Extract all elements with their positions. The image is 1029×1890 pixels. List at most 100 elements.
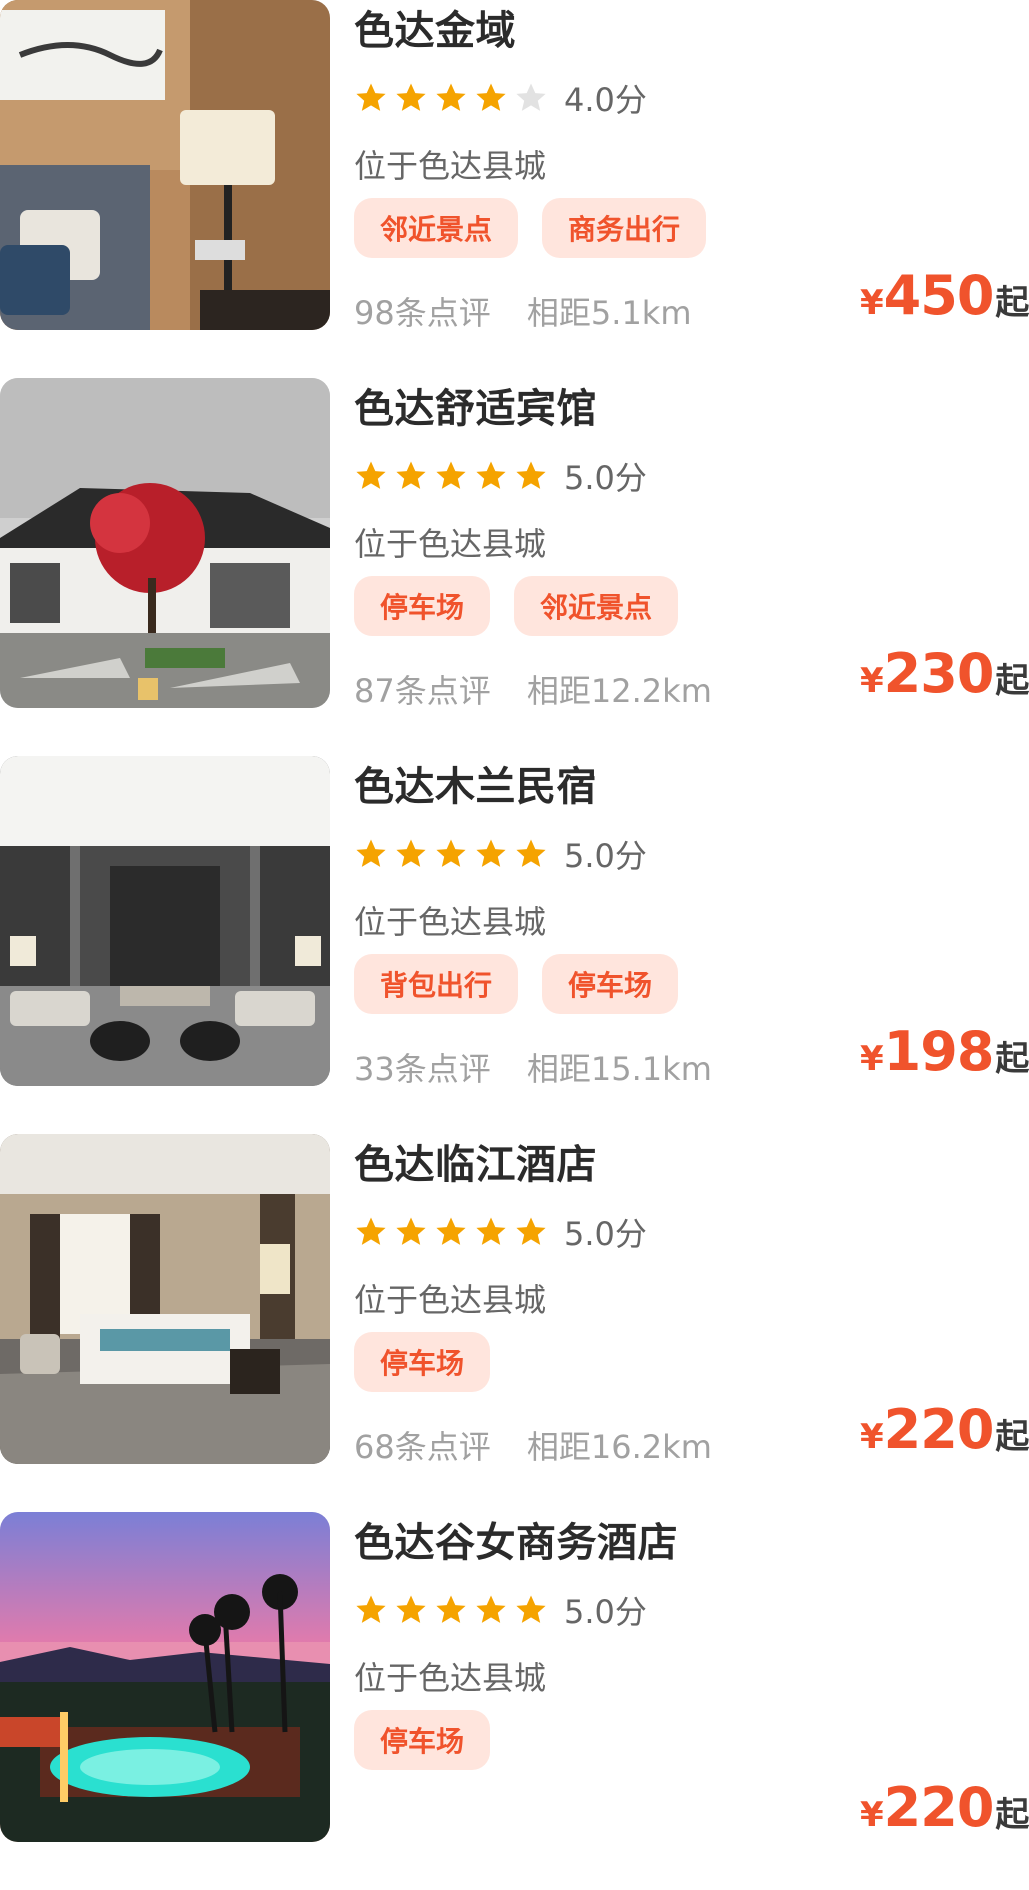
hotel-location: 位于色达县城 bbox=[354, 1281, 547, 1319]
rating-score: 5.0分 bbox=[564, 1593, 647, 1631]
rating-row: 5.0分 bbox=[354, 834, 647, 875]
review-count[interactable]: 33条点评 bbox=[354, 1050, 491, 1088]
hotel-name[interactable]: 色达金域 bbox=[354, 8, 516, 54]
star-icon bbox=[394, 1215, 428, 1249]
distance-label: 相距16.2km bbox=[526, 1428, 712, 1466]
price-label: ¥220起 bbox=[860, 1398, 1029, 1473]
hotel-name[interactable]: 色达谷女商务酒店 bbox=[354, 1520, 678, 1566]
rating-row: 5.0分 bbox=[354, 456, 647, 497]
hotel-location: 位于色达县城 bbox=[354, 525, 547, 563]
star-icon bbox=[514, 837, 548, 871]
feature-tag: 停车场 bbox=[354, 1710, 491, 1770]
review-count[interactable]: 68条点评 bbox=[354, 1428, 491, 1466]
hotel-card[interactable]: 色达木兰民宿 5.0分 位于色达县城 背包出行 停车场 33条点评 相距15.1… bbox=[0, 756, 1029, 1134]
hotel-location: 位于色达县城 bbox=[354, 903, 547, 941]
star-icon bbox=[434, 81, 468, 115]
tag-list: 邻近景点 商务出行 bbox=[354, 198, 730, 258]
currency-symbol: ¥ bbox=[860, 1417, 884, 1457]
star-icon bbox=[434, 1593, 468, 1627]
hotel-meta: 68条点评 相距16.2km bbox=[354, 1422, 712, 1468]
star-icon bbox=[394, 81, 428, 115]
star-icon bbox=[354, 837, 388, 871]
hotel-photo[interactable] bbox=[0, 756, 330, 1086]
hotel-location: 位于色达县城 bbox=[354, 1659, 547, 1697]
rating-score: 5.0分 bbox=[564, 837, 647, 875]
star-icon bbox=[514, 1593, 548, 1627]
price-suffix: 起 bbox=[995, 661, 1029, 701]
star-icon bbox=[394, 837, 428, 871]
star-icon bbox=[474, 459, 508, 493]
tag-list: 停车场 bbox=[354, 1710, 514, 1770]
hotel-location: 位于色达县城 bbox=[354, 147, 547, 185]
feature-tag: 邻近景点 bbox=[354, 198, 519, 258]
tag-list: 停车场 bbox=[354, 1332, 514, 1392]
hotel-name[interactable]: 色达舒适宾馆 bbox=[354, 386, 597, 432]
hotel-meta: 98条点评 相距5.1km bbox=[354, 288, 692, 334]
star-icon bbox=[514, 1215, 548, 1249]
star-icon bbox=[434, 837, 468, 871]
review-count[interactable]: 98条点评 bbox=[354, 294, 491, 332]
feature-tag: 停车场 bbox=[354, 1332, 491, 1392]
feature-tag: 邻近景点 bbox=[514, 576, 679, 636]
rating-row: 4.0分 bbox=[354, 78, 647, 119]
star-icon bbox=[354, 459, 388, 493]
star-icon bbox=[474, 1215, 508, 1249]
hotel-photo[interactable] bbox=[0, 1134, 330, 1464]
currency-symbol: ¥ bbox=[860, 1795, 884, 1835]
feature-tag: 停车场 bbox=[542, 954, 679, 1014]
star-icon bbox=[394, 1593, 428, 1627]
price-suffix: 起 bbox=[995, 1417, 1029, 1457]
rating-row: 5.0分 bbox=[354, 1212, 647, 1253]
feature-tag: 商务出行 bbox=[542, 198, 707, 258]
hotel-card[interactable]: 色达临江酒店 5.0分 位于色达县城 停车场 68条点评 相距16.2km ¥2… bbox=[0, 1134, 1029, 1512]
hotel-name[interactable]: 色达临江酒店 bbox=[354, 1142, 597, 1188]
price-label: ¥220起 bbox=[860, 1776, 1029, 1851]
star-icon bbox=[434, 459, 468, 493]
price-amount: 220 bbox=[883, 1776, 995, 1839]
star-icon bbox=[514, 81, 548, 115]
star-icon bbox=[354, 1215, 388, 1249]
hotel-card[interactable]: 色达谷女商务酒店 5.0分 位于色达县城 停车场 ¥220起 bbox=[0, 1512, 1029, 1890]
hotel-meta: 33条点评 相距15.1km bbox=[354, 1044, 712, 1090]
feature-tag: 停车场 bbox=[354, 576, 491, 636]
price-amount: 198 bbox=[883, 1020, 995, 1083]
hotel-photo[interactable] bbox=[0, 0, 330, 330]
star-icon bbox=[514, 459, 548, 493]
price-label: ¥450起 bbox=[860, 264, 1029, 339]
price-amount: 220 bbox=[883, 1398, 995, 1461]
hotel-meta: 87条点评 相距12.2km bbox=[354, 666, 712, 712]
rating-score: 5.0分 bbox=[564, 459, 647, 497]
review-count[interactable]: 87条点评 bbox=[354, 672, 491, 710]
star-icon bbox=[354, 1593, 388, 1627]
tag-list: 停车场 邻近景点 bbox=[354, 576, 702, 636]
tag-list: 背包出行 停车场 bbox=[354, 954, 702, 1014]
currency-symbol: ¥ bbox=[860, 661, 884, 701]
hotel-name[interactable]: 色达木兰民宿 bbox=[354, 764, 597, 810]
price-suffix: 起 bbox=[995, 1795, 1029, 1835]
currency-symbol: ¥ bbox=[860, 283, 884, 323]
price-suffix: 起 bbox=[995, 1039, 1029, 1079]
rating-score: 5.0分 bbox=[564, 1215, 647, 1253]
price-suffix: 起 bbox=[995, 283, 1029, 323]
price-label: ¥230起 bbox=[860, 644, 1029, 717]
star-icon bbox=[474, 81, 508, 115]
star-icon bbox=[394, 459, 428, 493]
hotel-photo[interactable] bbox=[0, 1512, 330, 1842]
rating-score: 4.0分 bbox=[564, 81, 647, 119]
star-icon bbox=[434, 1215, 468, 1249]
hotel-list: 色达金域 4.0分 位于色达县城 邻近景点 商务出行 98条点评 相距5.1km… bbox=[0, 0, 1029, 1890]
star-icon bbox=[474, 1593, 508, 1627]
price-label: ¥198起 bbox=[860, 1020, 1029, 1095]
star-icon bbox=[354, 81, 388, 115]
hotel-card[interactable]: 色达舒适宾馆 5.0分 位于色达县城 停车场 邻近景点 87条点评 相距12.2… bbox=[0, 378, 1029, 756]
hotel-card[interactable]: 色达金域 4.0分 位于色达县城 邻近景点 商务出行 98条点评 相距5.1km… bbox=[0, 0, 1029, 378]
price-amount: 450 bbox=[883, 264, 995, 327]
feature-tag: 背包出行 bbox=[354, 954, 519, 1014]
distance-label: 相距12.2km bbox=[526, 672, 712, 710]
star-icon bbox=[474, 837, 508, 871]
currency-symbol: ¥ bbox=[860, 1039, 884, 1079]
distance-label: 相距5.1km bbox=[526, 294, 692, 332]
rating-row: 5.0分 bbox=[354, 1590, 647, 1631]
distance-label: 相距15.1km bbox=[526, 1050, 712, 1088]
hotel-photo[interactable] bbox=[0, 378, 330, 708]
